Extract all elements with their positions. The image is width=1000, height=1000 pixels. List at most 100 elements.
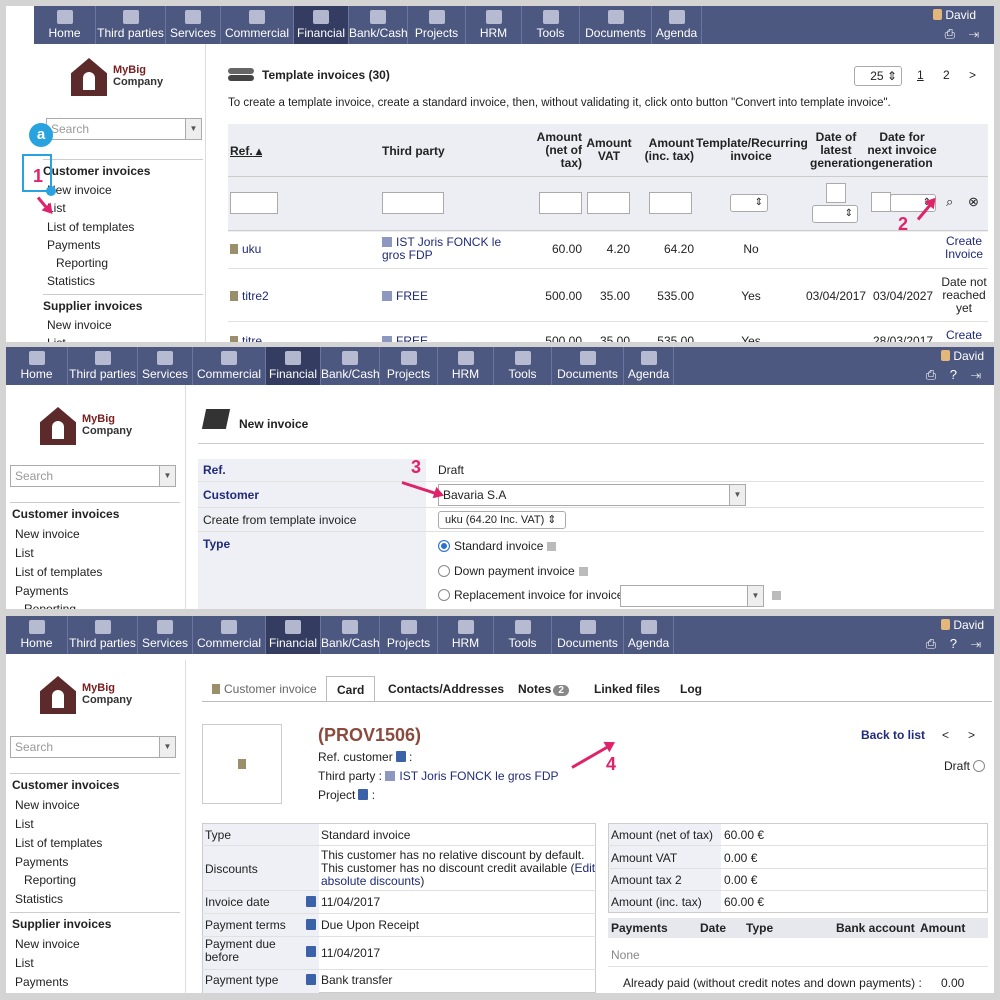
- sidebar-item-new-invoice[interactable]: New invoice: [15, 527, 80, 541]
- topbar-icons[interactable]: ⎙ ? ⇥: [926, 367, 986, 383]
- sidebar-item-supplier-payments[interactable]: Payments: [15, 975, 68, 989]
- page-1-link[interactable]: 1: [917, 68, 924, 82]
- invoice-thumbnail[interactable]: [202, 724, 282, 804]
- edit-discounts-link[interactable]: Edit: [574, 861, 595, 875]
- search-input[interactable]: Search ▼: [10, 736, 176, 758]
- chevron-down-icon[interactable]: ▼: [185, 119, 201, 139]
- absolute-discounts-link[interactable]: absolute discounts: [321, 874, 420, 888]
- sidebar-item-supplier-new-invoice[interactable]: New invoice: [47, 318, 112, 332]
- table-row-third-party[interactable]: IST Joris FONCK le gros FDP: [382, 236, 501, 262]
- sidebar-item-supplier-new-invoice[interactable]: New invoice: [15, 937, 80, 951]
- chevron-down-icon[interactable]: ▼: [159, 466, 175, 486]
- nav-item-commercial[interactable]: Commercial: [221, 6, 294, 44]
- nav-item-hrm[interactable]: HRM: [438, 616, 494, 654]
- tab-customer-invoice[interactable]: Customer invoice: [202, 676, 327, 702]
- nav-item-projects[interactable]: Projects: [380, 347, 438, 385]
- table-row-third-party[interactable]: FREE: [382, 289, 428, 303]
- per-page-select[interactable]: 25 ⇕: [854, 66, 902, 86]
- page-2-link[interactable]: 2: [943, 68, 950, 82]
- chevron-down-icon[interactable]: ▼: [747, 586, 763, 606]
- nav-item-documents[interactable]: Documents: [552, 347, 624, 385]
- sidebar-item-statistics[interactable]: Statistics: [15, 892, 63, 906]
- customer-select[interactable]: Bavaria S.A ▼: [438, 484, 746, 506]
- nav-item-home[interactable]: Home: [6, 616, 68, 654]
- nav-item-home[interactable]: Home: [34, 6, 96, 44]
- company-logo[interactable]: MyBig Company: [71, 58, 201, 100]
- nav-item-home[interactable]: Home: [6, 347, 68, 385]
- sidebar-header-supplier-invoices[interactable]: Supplier invoices: [43, 299, 142, 313]
- filter-latest-day-input[interactable]: [826, 183, 846, 203]
- nav-item-services[interactable]: Services: [166, 6, 221, 44]
- nav-item-financial[interactable]: Financial: [294, 6, 349, 44]
- edit-icon[interactable]: [306, 896, 316, 907]
- sidebar-item-new-invoice[interactable]: New invoice: [47, 183, 112, 197]
- nav-item-third-parties[interactable]: Third parties: [96, 6, 166, 44]
- sidebar-item-list-of-templates[interactable]: List of templates: [15, 836, 102, 850]
- sidebar-item-supplier-list[interactable]: List: [15, 956, 34, 970]
- chevron-down-icon[interactable]: ▼: [729, 485, 745, 505]
- nav-item-bank-cash[interactable]: Bank/Cash: [321, 347, 380, 385]
- filter-next-day-input[interactable]: [871, 192, 891, 212]
- nav-item-tools[interactable]: Tools: [494, 347, 552, 385]
- sidebar-item-reporting[interactable]: Reporting: [56, 256, 108, 270]
- nav-item-tools[interactable]: Tools: [522, 6, 580, 44]
- sidebar-item-list-of-templates[interactable]: List of templates: [47, 220, 134, 234]
- filter-amount-vat-input[interactable]: [587, 192, 630, 214]
- sidebar-item-reporting[interactable]: Reporting: [24, 602, 76, 609]
- next-record-button[interactable]: >: [968, 728, 975, 742]
- create-invoice-link[interactable]: Create: [936, 328, 992, 342]
- type-standard-radio[interactable]: Standard invoice: [438, 539, 557, 553]
- sidebar-item-list-of-templates[interactable]: List of templates: [15, 565, 102, 579]
- sidebar-header-customer-invoices[interactable]: Customer invoices: [12, 778, 119, 792]
- company-logo[interactable]: MyBig Company: [40, 676, 170, 718]
- sidebar-item-statistics[interactable]: Statistics: [47, 274, 95, 288]
- back-to-list-link[interactable]: Back to list: [861, 728, 925, 742]
- filter-third-party-input[interactable]: [382, 192, 444, 214]
- nav-item-services[interactable]: Services: [138, 616, 193, 654]
- sidebar-item-payments[interactable]: Payments: [47, 238, 100, 252]
- third-party-link[interactable]: IST Joris FONCK le gros FDP: [399, 769, 558, 783]
- table-row-ref[interactable]: uku: [230, 242, 261, 256]
- type-replacement-radio[interactable]: Replacement invoice for invoice: [438, 588, 623, 602]
- column-header-template[interactable]: Template/Recurring invoice: [696, 137, 808, 163]
- nav-item-tools[interactable]: Tools: [494, 616, 552, 654]
- nav-item-projects[interactable]: Projects: [408, 6, 466, 44]
- template-select[interactable]: uku (64.20 Inc. VAT) ⇕: [438, 511, 566, 529]
- filter-ref-input[interactable]: [230, 192, 278, 214]
- column-header-amount-inc[interactable]: Amount (inc. tax): [636, 137, 694, 163]
- type-down-payment-radio[interactable]: Down payment invoice: [438, 564, 588, 578]
- nav-item-bank-cash[interactable]: Bank/Cash: [321, 616, 380, 654]
- edit-icon[interactable]: [395, 751, 406, 762]
- nav-item-documents[interactable]: Documents: [580, 6, 652, 44]
- chevron-down-icon[interactable]: ▼: [159, 737, 175, 757]
- user-menu[interactable]: David: [933, 8, 976, 22]
- filter-amount-inc-input[interactable]: [649, 192, 692, 214]
- column-header-third-party[interactable]: Third party: [382, 144, 445, 158]
- tab-notes[interactable]: Notes 2: [508, 676, 579, 702]
- edit-icon[interactable]: [306, 919, 316, 930]
- nav-item-services[interactable]: Services: [138, 347, 193, 385]
- next-page-link[interactable]: >: [969, 68, 976, 82]
- sidebar-item-reporting[interactable]: Reporting: [24, 873, 76, 887]
- column-header-next[interactable]: Date for next invoice generation: [866, 131, 938, 170]
- filter-latest-select[interactable]: ⇕: [812, 205, 858, 223]
- tab-linked-files[interactable]: Linked files: [584, 676, 670, 702]
- column-header-amount-net[interactable]: Amount (net of tax): [532, 131, 582, 170]
- nav-item-third-parties[interactable]: Third parties: [68, 616, 138, 654]
- sidebar-item-payments[interactable]: Payments: [15, 584, 68, 598]
- filter-amount-net-input[interactable]: [539, 192, 582, 214]
- sidebar-item-payments[interactable]: Payments: [15, 855, 68, 869]
- clear-filter-icon[interactable]: ⊗: [968, 194, 979, 210]
- tab-card[interactable]: Card: [326, 676, 376, 702]
- nav-item-agenda[interactable]: Agenda: [624, 347, 674, 385]
- company-logo[interactable]: MyBig Company: [40, 407, 170, 449]
- edit-icon[interactable]: [306, 974, 316, 985]
- nav-item-agenda[interactable]: Agenda: [624, 616, 674, 654]
- sidebar-item-list[interactable]: List: [15, 817, 34, 831]
- nav-item-commercial[interactable]: Commercial: [193, 616, 266, 654]
- search-icon[interactable]: ⌕: [946, 194, 953, 210]
- nav-item-hrm[interactable]: HRM: [466, 6, 522, 44]
- table-row-ref[interactable]: titre2: [230, 289, 269, 303]
- sidebar-header-customer-invoices[interactable]: Customer invoices: [12, 507, 119, 521]
- prev-record-button[interactable]: <: [942, 728, 949, 742]
